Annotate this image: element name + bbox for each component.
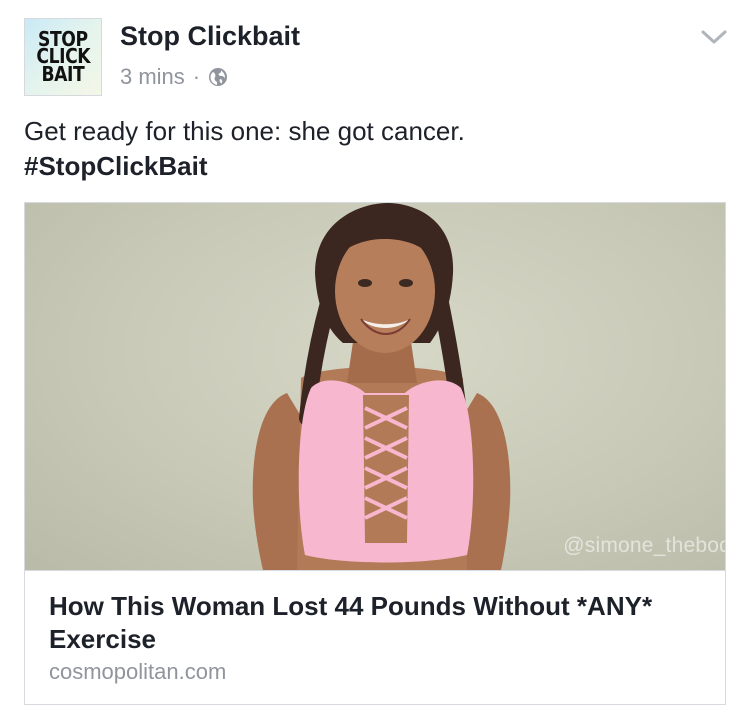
- feed-post: STOP CLICK BAIT Stop Clickbait 3 mins · …: [0, 0, 750, 720]
- link-preview-body: How This Woman Lost 44 Pounds Without *A…: [25, 570, 725, 704]
- link-domain: cosmopolitan.com: [49, 659, 227, 684]
- link-headline[interactable]: How This Woman Lost 44 Pounds Without *A…: [49, 590, 689, 656]
- woman-photo: [252, 203, 511, 570]
- globe-icon: [208, 67, 228, 87]
- post-message-text: Get ready for this one: she got cancer.: [24, 116, 465, 146]
- post-message: Get ready for this one: she got cancer. …: [24, 114, 724, 184]
- link-preview-image: @simone_thebod: [25, 203, 725, 570]
- image-watermark: @simone_thebod: [563, 534, 725, 557]
- timestamp-link[interactable]: 3 mins: [120, 64, 185, 90]
- avatar-text-line: BAIT: [41, 61, 85, 86]
- link-preview-card[interactable]: @simone_thebod How This Woman Lost 44 Po…: [24, 202, 726, 705]
- page-avatar[interactable]: STOP CLICK BAIT: [24, 18, 102, 96]
- page-name-link[interactable]: Stop Clickbait: [120, 21, 300, 52]
- meta-separator: ·: [192, 64, 201, 89]
- post-meta: 3 mins ·: [120, 64, 228, 90]
- hashtag-link[interactable]: #StopClickBait: [24, 149, 724, 184]
- chevron-down-icon[interactable]: [700, 27, 728, 47]
